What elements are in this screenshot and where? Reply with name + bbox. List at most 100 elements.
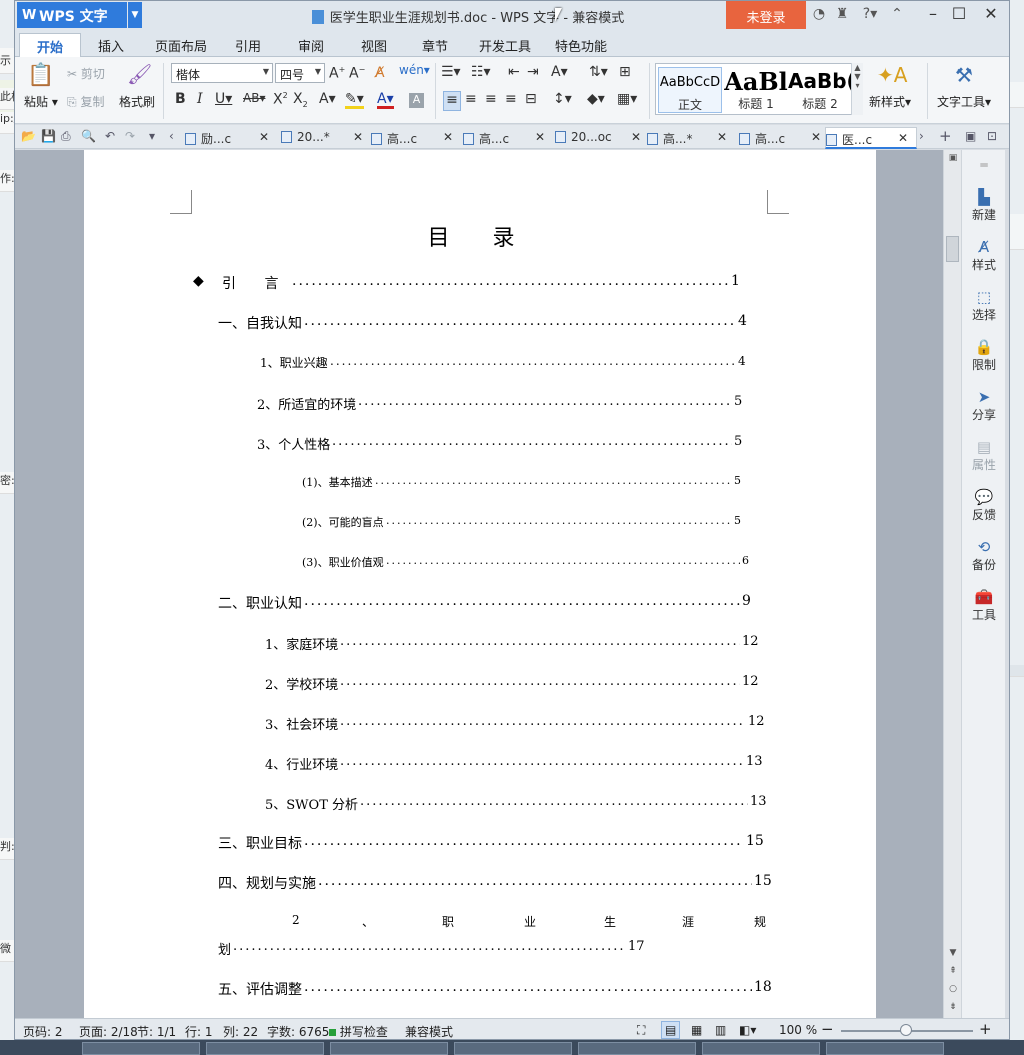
undo-icon[interactable]: ↶ <box>105 129 115 143</box>
font-family-select[interactable]: 楷体 ▼ <box>171 63 273 83</box>
panel-feedback-button[interactable]: 💬 反馈 <box>962 488 1006 523</box>
zoom-in-icon[interactable]: + <box>979 1020 992 1038</box>
format-painter-button[interactable]: 格式刷 <box>119 93 155 110</box>
clear-format-icon[interactable]: A̸ <box>375 65 385 85</box>
taskbar-button[interactable] <box>826 1042 944 1055</box>
skin-icon[interactable]: ◔ <box>810 6 828 22</box>
doc-tab[interactable]: 励...c ✕ <box>185 127 277 149</box>
justify-icon[interactable]: ≡ <box>505 91 517 111</box>
close-icon[interactable]: ✕ <box>631 130 641 144</box>
doc-tab[interactable]: 20...oc ✕ <box>555 127 647 149</box>
taskbar-button[interactable] <box>454 1042 572 1055</box>
close-icon[interactable]: ✕ <box>535 130 545 144</box>
doc-tab[interactable]: 高...c ✕ <box>739 127 831 149</box>
text-tools-icon[interactable]: ⚒ <box>955 63 973 87</box>
shirt-icon[interactable]: ♜ <box>833 6 851 22</box>
ruler-toggle-icon[interactable]: ▣ <box>944 153 962 163</box>
tab-scroll-left-icon[interactable]: ‹ <box>169 129 174 143</box>
panel-select-button[interactable]: ⬚ 选择 <box>962 288 1006 323</box>
bullet-list-icon[interactable]: ☰▾ <box>441 64 461 84</box>
taskbar-button[interactable] <box>330 1042 448 1055</box>
paste-icon[interactable]: 📋 <box>27 63 54 88</box>
tab-menu-icon[interactable]: ⊡ <box>987 129 997 143</box>
toc-entry[interactable]: 划.......................................… <box>84 939 876 958</box>
char-shading-icon[interactable]: A <box>409 93 424 108</box>
toc-entry[interactable]: 二、职业认知..................................… <box>84 593 876 613</box>
scroll-down-icon[interactable]: ▼ <box>944 948 962 958</box>
save-icon[interactable]: 💾 <box>41 129 56 143</box>
close-icon[interactable]: ✕ <box>898 131 908 145</box>
toc-entry[interactable]: (3)、职业价值观...............................… <box>84 554 876 571</box>
fullscreen-view-icon[interactable]: ⛶ <box>637 1023 645 1038</box>
close-icon[interactable]: ✕ <box>443 130 453 144</box>
copy-button[interactable]: ⎘ 复制 <box>67 93 104 110</box>
toc-entry[interactable]: 2、学校环境..................................… <box>84 674 876 693</box>
text-effect-icon[interactable]: A▾ <box>319 91 336 111</box>
maximize-button[interactable]: ☐ <box>945 4 973 26</box>
highlight-icon[interactable]: ✎▾ <box>345 91 364 109</box>
new-style-button[interactable]: 新样式▾ <box>869 93 911 110</box>
align-center-icon[interactable]: ≡ <box>465 91 477 111</box>
sort-icon[interactable]: ⇅▾ <box>589 64 608 84</box>
doc-tab[interactable]: 高...c ✕ <box>463 127 553 149</box>
help-icon[interactable]: ?▾ <box>858 6 882 22</box>
shading-icon[interactable]: ◆▾ <box>587 91 605 111</box>
taskbar-button[interactable] <box>82 1042 200 1055</box>
font-size-select[interactable]: 四号 ▼ <box>275 63 325 83</box>
panel-tools-button[interactable]: 🧰 工具 <box>962 588 1006 623</box>
style-heading-1[interactable]: AaBl 标题 1 <box>724 67 788 113</box>
tab-references[interactable]: 引用 <box>235 36 261 55</box>
panel-restrict-button[interactable]: 🔒 限制 <box>962 338 1006 373</box>
status-word-count[interactable]: 字数: 6765 <box>267 1023 329 1039</box>
tab-chapter[interactable]: 章节 <box>422 36 448 55</box>
underline-button[interactable]: U▾ <box>215 91 232 111</box>
cut-button[interactable]: ✂ 剪切 <box>67 65 105 82</box>
tab-scroll-right-icon[interactable]: › <box>919 129 924 143</box>
tab-page-layout[interactable]: 页面布局 <box>155 36 207 55</box>
toc-entry[interactable]: (2)、可能的盲点...............................… <box>84 514 876 531</box>
toc-entry[interactable]: 3、社会环境..................................… <box>84 714 876 733</box>
new-style-icon[interactable]: ✦A <box>877 63 907 87</box>
toc-entry[interactable]: (1)、基本描述................................… <box>84 474 876 491</box>
panel-properties-button[interactable]: ▤ 属性 <box>962 438 1006 473</box>
select-browse-icon[interactable]: ○ <box>944 984 962 994</box>
collapse-ribbon-icon[interactable]: ⌃ <box>888 6 906 22</box>
tab-list-icon[interactable]: ▣ <box>965 129 976 143</box>
paste-button[interactable]: 粘贴 ▾ <box>24 93 58 110</box>
phonetic-icon[interactable]: wén▾ <box>399 63 430 83</box>
panel-share-button[interactable]: ➤ 分享 <box>962 388 1006 423</box>
panel-new-button[interactable]: ▙ 新建 <box>962 188 1006 223</box>
zoom-slider-knob[interactable] <box>900 1024 912 1036</box>
line-spacing-icon[interactable]: ↕▾ <box>553 91 572 111</box>
vertical-scrollbar[interactable]: ▣ ▼ ⇞ ○ ⇟ <box>943 150 961 1018</box>
toc-entry[interactable]: ◆ 引 言....................................… <box>84 273 876 293</box>
font-color-icon[interactable]: A▾ <box>377 91 394 109</box>
align-left-icon[interactable]: ≡ <box>443 91 461 111</box>
web-view-icon[interactable]: ▥ <box>715 1023 726 1037</box>
doc-tab[interactable]: 高...c ✕ <box>371 127 461 149</box>
toc-entry[interactable]: 4、行业环境..................................… <box>84 754 876 773</box>
toc-entry[interactable]: 四、规划与实施.................................… <box>84 873 876 893</box>
taskbar-button[interactable] <box>578 1042 696 1055</box>
close-icon[interactable]: ✕ <box>353 130 363 144</box>
tab-insert[interactable]: 插入 <box>98 36 124 55</box>
reading-view-icon[interactable]: ◧▾ <box>739 1023 756 1037</box>
toc-entry[interactable]: 5、SWOT 分析...............................… <box>84 794 876 813</box>
new-tab-icon[interactable]: + <box>939 127 952 145</box>
numbered-list-icon[interactable]: ☷▾ <box>471 64 491 84</box>
zoom-level[interactable]: 100 % <box>779 1023 817 1037</box>
prev-page-icon[interactable]: ⇞ <box>944 966 962 976</box>
outline-view-icon[interactable]: ▦ <box>691 1023 702 1037</box>
open-icon[interactable]: 📂 <box>21 129 36 143</box>
panel-backup-button[interactable]: ⟲ 备份 <box>962 538 1006 573</box>
style-gallery-scroll[interactable]: ▲ ▼ ▾ <box>851 63 863 115</box>
close-icon[interactable]: ✕ <box>259 130 269 144</box>
toc-entry[interactable]: 1、职业兴趣..................................… <box>84 354 876 372</box>
strikethrough-button[interactable]: AB▾ <box>243 91 265 111</box>
customize-icon[interactable]: ▾ <box>149 129 155 143</box>
shrink-font-icon[interactable]: A− <box>349 65 365 85</box>
subscript-button[interactable]: X2 <box>293 91 308 111</box>
toc-entry[interactable]: 3、个人性格..................................… <box>84 434 876 453</box>
italic-button[interactable]: I <box>197 91 203 111</box>
tab-developer[interactable]: 开发工具 <box>479 36 531 55</box>
